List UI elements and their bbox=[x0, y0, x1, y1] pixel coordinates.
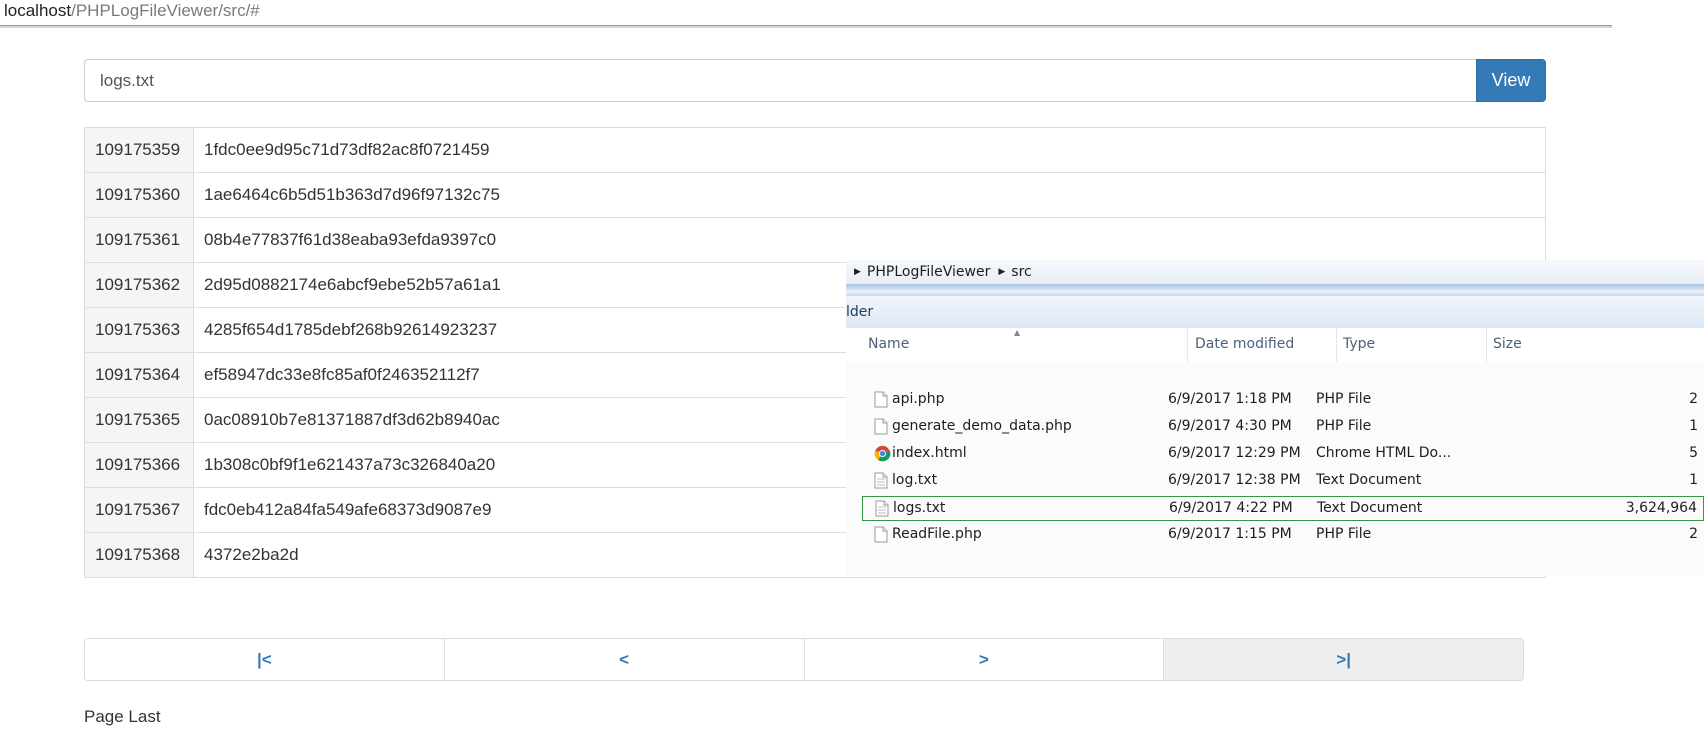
new-folder-button[interactable]: lder bbox=[846, 304, 873, 320]
text-file-icon bbox=[874, 472, 888, 489]
file-date: 6/9/2017 12:38 PM bbox=[1168, 472, 1301, 488]
last-page-button[interactable]: >| bbox=[1164, 639, 1523, 680]
column-date-modified[interactable]: Date modified bbox=[1195, 336, 1294, 352]
file-size: 1 bbox=[1689, 418, 1698, 434]
file-explorer-window: ▶ PHPLogFileViewer ▶ src lder ▲ Name Dat… bbox=[846, 260, 1704, 576]
line-number: 109175363 bbox=[84, 307, 194, 353]
line-number: 109175368 bbox=[84, 532, 194, 578]
column-separator[interactable] bbox=[1336, 328, 1337, 362]
file-name: log.txt bbox=[892, 472, 938, 488]
view-button[interactable]: View bbox=[1476, 59, 1546, 102]
file-type: PHP File bbox=[1316, 391, 1372, 407]
line-number: 109175365 bbox=[84, 397, 194, 443]
column-name[interactable]: Name bbox=[868, 336, 909, 352]
chrome-icon bbox=[874, 445, 891, 462]
column-type[interactable]: Type bbox=[1343, 336, 1375, 352]
file-name: ReadFile.php bbox=[892, 526, 982, 542]
file-row[interactable]: ReadFile.php 6/9/2017 1:15 PM PHP File 2 bbox=[862, 523, 1704, 548]
file-icon bbox=[874, 418, 888, 435]
file-size: 5 bbox=[1689, 445, 1698, 461]
line-number: 109175364 bbox=[84, 352, 194, 398]
file-type: Text Document bbox=[1317, 500, 1423, 516]
file-icon bbox=[874, 391, 888, 408]
file-row[interactable]: generate_demo_data.php 6/9/2017 4:30 PM PH… bbox=[862, 415, 1704, 440]
breadcrumb-item-src[interactable]: src bbox=[1011, 264, 1031, 280]
line-number: 109175367 bbox=[84, 487, 194, 533]
file-size: 2 bbox=[1689, 391, 1698, 407]
column-separator[interactable] bbox=[1486, 328, 1487, 362]
file-date: 6/9/2017 12:29 PM bbox=[1168, 445, 1301, 461]
filename-input[interactable] bbox=[84, 59, 1477, 102]
breadcrumb-item-project[interactable]: PHPLogFileViewer bbox=[867, 264, 990, 280]
explorer-column-headers: ▲ Name Date modified Type Size bbox=[846, 328, 1704, 362]
file-row[interactable]: index.html 6/9/2017 12:29 PM Chrome HTML D… bbox=[862, 442, 1704, 467]
table-row: 109175359 1fdc0ee9d95c71d73df82ac8f072145… bbox=[84, 127, 1546, 173]
address-bar[interactable]: localhost/PHPLogFileViewer/src/# bbox=[0, 0, 1612, 26]
file-date: 6/9/2017 1:15 PM bbox=[1168, 526, 1292, 542]
file-type: PHP File bbox=[1316, 418, 1372, 434]
next-page-button[interactable]: > bbox=[804, 639, 1165, 680]
line-number: 109175360 bbox=[84, 172, 194, 218]
url-host: localhost bbox=[4, 1, 72, 20]
file-name: logs.txt bbox=[893, 500, 946, 516]
sort-ascending-icon: ▲ bbox=[1014, 328, 1021, 337]
table-row: 109175361 08b4e77837f61d38eaba93efda9397c… bbox=[84, 217, 1546, 263]
file-type: Chrome HTML Do... bbox=[1316, 445, 1452, 461]
file-name: api.php bbox=[892, 391, 945, 407]
column-separator[interactable] bbox=[1187, 328, 1188, 362]
page-status: Page Last bbox=[84, 707, 161, 726]
explorer-divider bbox=[846, 284, 1704, 296]
line-number: 109175359 bbox=[84, 127, 194, 173]
file-icon bbox=[874, 526, 888, 543]
table-row: 109175360 1ae6464c6b5d51b363d7d96f97132c7… bbox=[84, 172, 1546, 218]
file-row[interactable]: log.txt 6/9/2017 12:38 PM Text Document 1 bbox=[862, 469, 1704, 494]
breadcrumb-arrow-icon[interactable]: ▶ bbox=[998, 267, 1005, 277]
file-size: 2 bbox=[1689, 526, 1698, 542]
line-number: 109175361 bbox=[84, 217, 194, 263]
pagination: |< < > >| bbox=[84, 638, 1524, 681]
file-date: 6/9/2017 4:22 PM bbox=[1169, 500, 1293, 516]
file-size: 1 bbox=[1689, 472, 1698, 488]
log-line-text: 1ae6464c6b5d51b363d7d96f97132c75 bbox=[193, 172, 1546, 218]
explorer-breadcrumb: ▶ PHPLogFileViewer ▶ src bbox=[846, 260, 1704, 284]
file-type: PHP File bbox=[1316, 526, 1372, 542]
file-row[interactable]: api.php 6/9/2017 1:18 PM PHP File 2 bbox=[862, 388, 1704, 413]
text-file-icon bbox=[875, 500, 889, 517]
url-path: /PHPLogFileViewer/src/# bbox=[71, 1, 260, 20]
file-search-group: View bbox=[84, 59, 1546, 102]
file-type: Text Document bbox=[1316, 472, 1422, 488]
file-name: index.html bbox=[892, 445, 967, 461]
first-page-button[interactable]: |< bbox=[85, 639, 445, 680]
file-size: 3,624,964 bbox=[1625, 500, 1697, 516]
prev-page-button[interactable]: < bbox=[444, 639, 805, 680]
file-date: 6/9/2017 1:18 PM bbox=[1168, 391, 1292, 407]
breadcrumb-arrow-icon[interactable]: ▶ bbox=[854, 267, 861, 277]
line-number: 109175362 bbox=[84, 262, 194, 308]
log-line-text: 08b4e77837f61d38eaba93efda9397c0 bbox=[193, 217, 1546, 263]
file-name: generate_demo_data.php bbox=[892, 418, 1072, 434]
explorer-toolbar: lder bbox=[846, 296, 1704, 329]
line-number: 109175366 bbox=[84, 442, 194, 488]
file-row-selected[interactable]: logs.txt 6/9/2017 4:22 PM Text Document 3,6… bbox=[862, 496, 1704, 521]
file-date: 6/9/2017 4:30 PM bbox=[1168, 418, 1292, 434]
log-line-text: 1fdc0ee9d95c71d73df82ac8f0721459 bbox=[193, 127, 1546, 173]
column-size[interactable]: Size bbox=[1493, 336, 1522, 352]
